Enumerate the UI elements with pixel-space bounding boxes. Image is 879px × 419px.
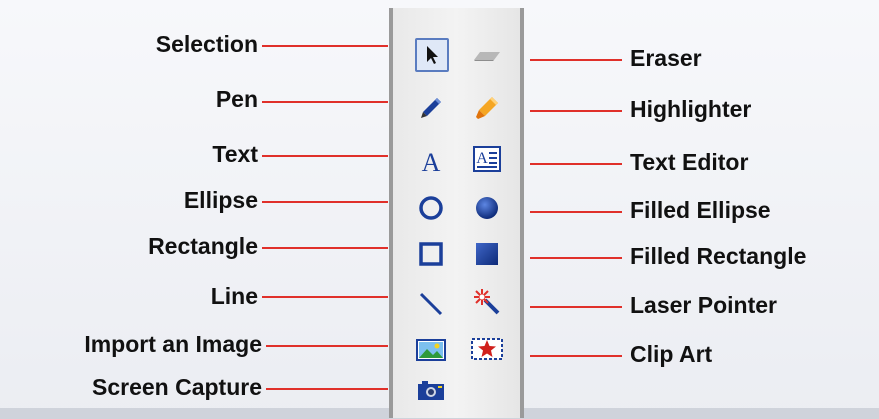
connector-pen: [262, 101, 388, 103]
connector-rectangle: [262, 247, 388, 249]
screen-capture-icon[interactable]: [415, 374, 447, 406]
line-icon[interactable]: [415, 288, 447, 320]
connector-selection: [262, 45, 388, 47]
clip-art-icon[interactable]: [471, 332, 503, 364]
connector-clip-art: [530, 355, 622, 357]
label-laser-pointer: Laser Pointer: [630, 292, 777, 318]
filled-ellipse-icon[interactable]: [471, 192, 503, 224]
label-clip-art: Clip Art: [630, 341, 713, 367]
connector-highlighter: [530, 110, 622, 112]
label-import-image: Import an Image: [84, 331, 262, 357]
filled-rectangle-icon[interactable]: [471, 238, 503, 270]
eraser-icon[interactable]: [471, 40, 503, 72]
text-editor-icon[interactable]: A: [471, 144, 503, 176]
connector-screen-capture: [266, 388, 388, 390]
label-filled-ellipse: Filled Ellipse: [630, 197, 771, 223]
highlighter-icon[interactable]: [471, 92, 503, 124]
connector-laser-pointer: [530, 306, 622, 308]
label-selection: Selection: [155, 31, 258, 57]
label-ellipse: Ellipse: [183, 187, 258, 213]
ellipse-icon[interactable]: [415, 192, 447, 224]
label-highlighter: Highlighter: [630, 96, 752, 122]
pen-icon[interactable]: [415, 92, 447, 124]
label-text: Text: [212, 141, 258, 167]
svg-text:A: A: [422, 148, 441, 176]
label-eraser: Eraser: [630, 45, 702, 71]
drawing-toolbar: A A: [389, 8, 524, 418]
connector-filled-ellipse: [530, 211, 622, 213]
laser-pointer-icon[interactable]: [471, 286, 503, 318]
label-screen-capture: Screen Capture: [91, 374, 262, 400]
svg-text:A: A: [476, 150, 488, 167]
label-text-editor: Text Editor: [630, 149, 749, 175]
connector-text-editor: [530, 163, 622, 165]
label-rectangle: Rectangle: [148, 233, 258, 259]
rectangle-icon[interactable]: [415, 238, 447, 270]
connector-line: [262, 296, 388, 298]
label-line: Line: [210, 283, 258, 309]
connector-text: [262, 155, 388, 157]
connector-ellipse: [262, 201, 388, 203]
label-filled-rectangle: Filled Rectangle: [630, 243, 807, 269]
connector-filled-rectangle: [530, 257, 622, 259]
text-icon[interactable]: A: [415, 146, 447, 178]
import-image-icon[interactable]: [415, 334, 447, 366]
toolbar-legend: Selection Pen Text Ellipse Rectangle Lin…: [0, 0, 879, 419]
connector-eraser: [530, 59, 622, 61]
label-pen: Pen: [215, 86, 258, 112]
selection-icon[interactable]: [415, 38, 449, 72]
connector-import-image: [266, 345, 388, 347]
